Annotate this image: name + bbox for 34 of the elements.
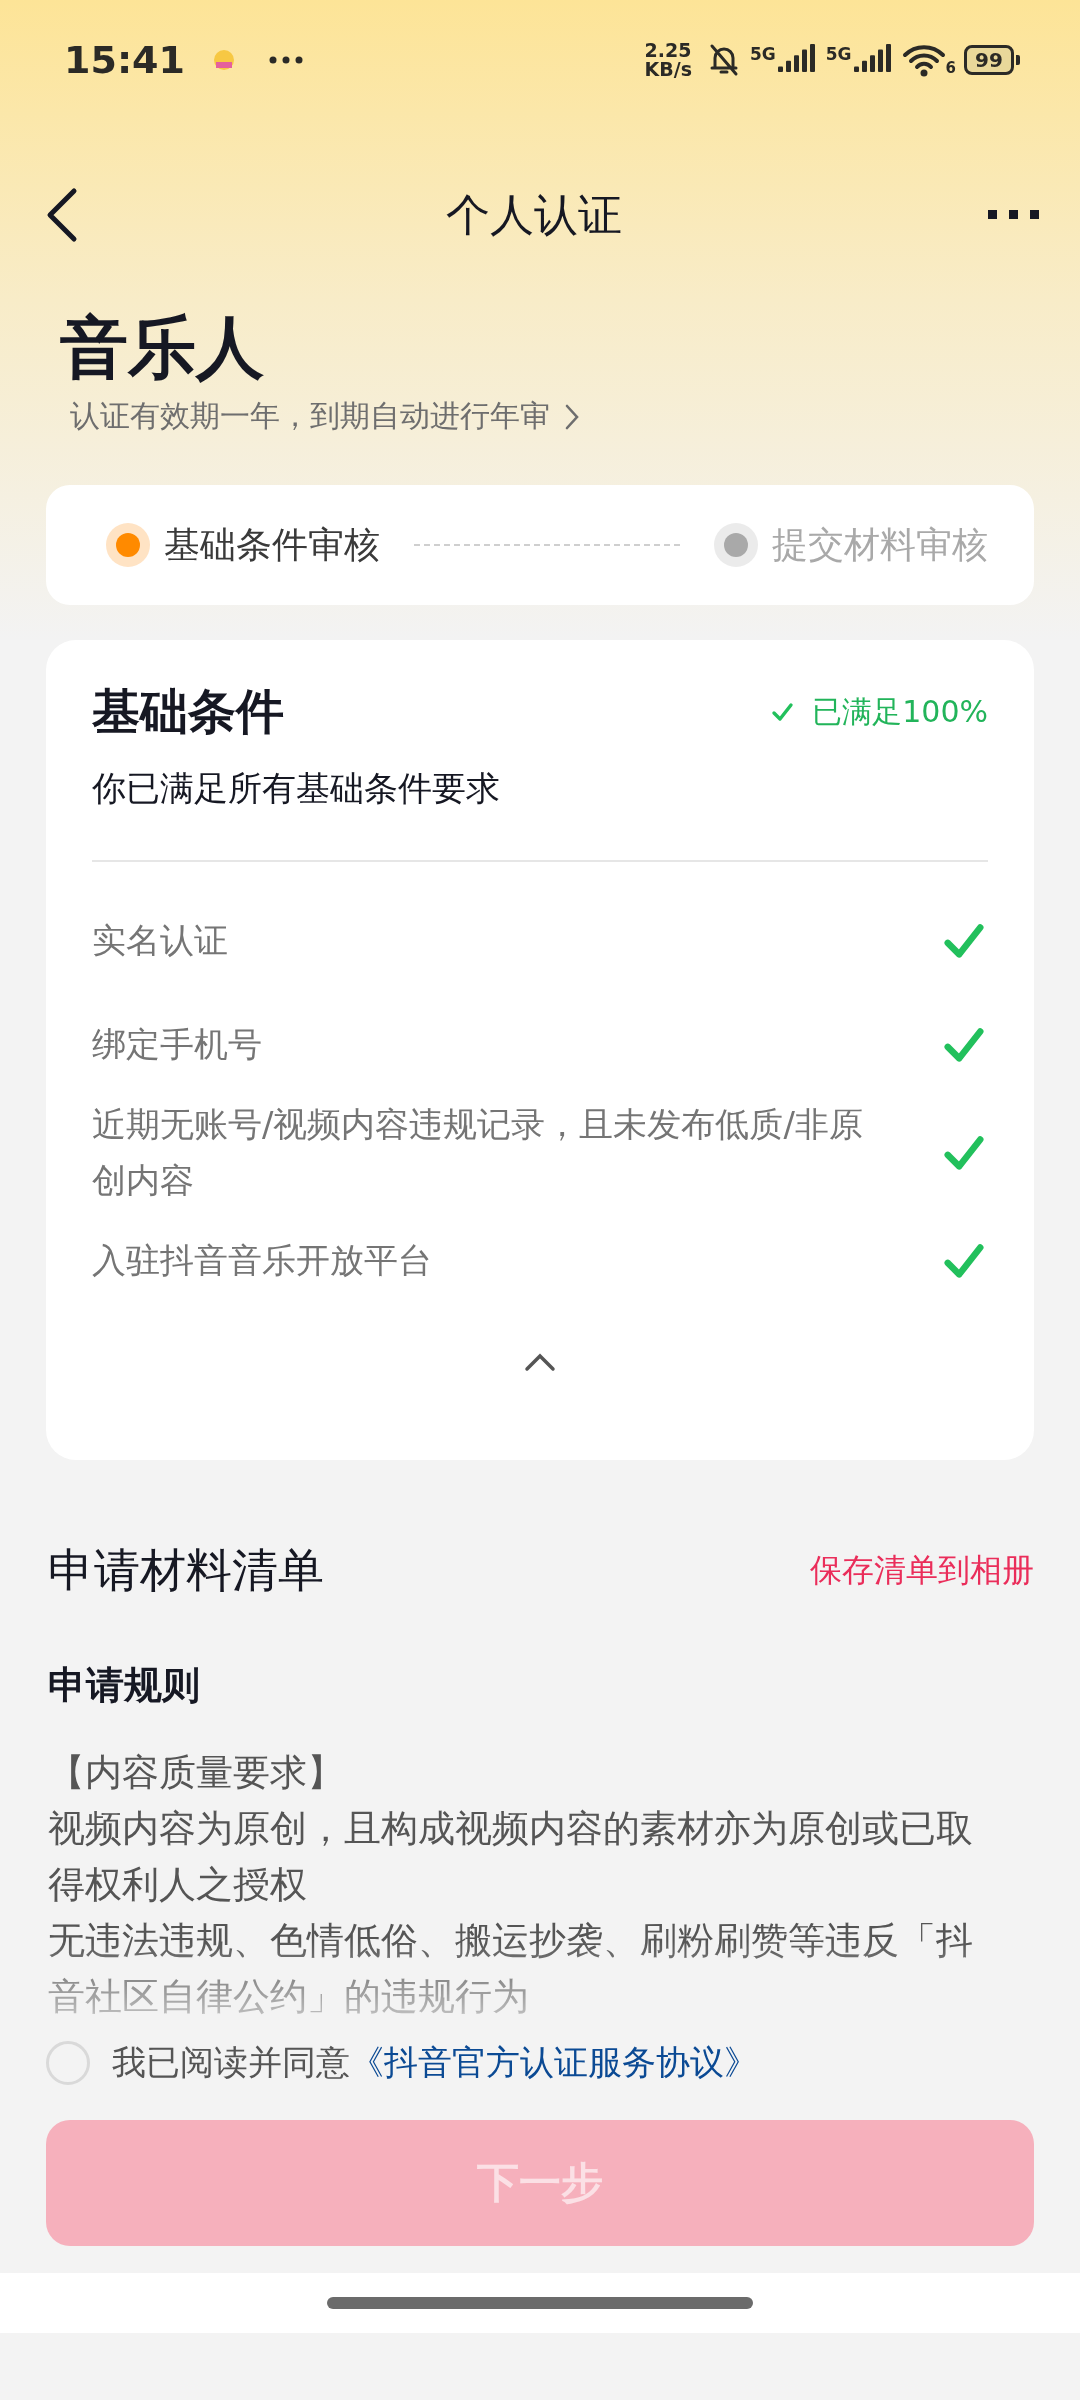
step-label: 提交材料审核 (772, 522, 988, 567)
materials-title: 申请材料清单 (48, 1542, 324, 1599)
save-list-link[interactable]: 保存清单到相册 (810, 1549, 1034, 1593)
collapse-button[interactable] (524, 1352, 556, 1372)
agreement-text: 我已阅读并同意 (112, 2041, 350, 2084)
rule-text: 视频内容为原创，且构成视频内容的素材亦为原创或已取得权利人之授权 (48, 1806, 974, 1908)
condition-label: 近期无账号/视频内容违规记录，且未发布低质/非原创内容 (92, 1103, 864, 1202)
role-title: 音乐人 (60, 307, 265, 389)
network-type-label: 5G (749, 44, 776, 64)
chevron-right-icon (564, 402, 580, 431)
network-speed: 2.25 (644, 41, 692, 60)
condition-label: 绑定手机号 (92, 1023, 262, 1066)
more-notifications-icon (268, 56, 303, 64)
condition-label: 实名认证 (92, 919, 228, 962)
network-type-label: 5G (825, 44, 852, 64)
validity-link[interactable]: 认证有效期一年，到期自动进行年审 (60, 396, 580, 437)
conditions-summary: 你已满足所有基础条件要求 (92, 767, 501, 810)
page-title: 个人认证 (446, 187, 622, 242)
condition-label: 入驻抖音音乐开放平台 (92, 1239, 432, 1282)
completion-status: 已满足100% (812, 692, 988, 731)
conditions-title: 基础条件 (92, 682, 284, 741)
wifi-standard-label: 6 (945, 59, 956, 77)
more-options-button[interactable] (988, 210, 1040, 220)
rule-text: 无违法违规、色情低俗、搬运抄袭、刷粉刷赞等违反「抖音社区自律公约」的违规行为 (48, 1918, 974, 2020)
battery-level: 99 (964, 45, 1014, 75)
step-label: 基础条件审核 (164, 522, 380, 567)
network-speed-unit: KB/s (644, 60, 692, 79)
clock-time: 15:41 (64, 38, 185, 82)
rule-text: 【内容质量要求】 (48, 1750, 345, 1796)
wifi-icon (901, 43, 946, 77)
agree-checkbox[interactable] (46, 2041, 90, 2085)
agreement-link[interactable]: 《抖音官方认证服务协议》 (350, 2040, 758, 2086)
app-badge-icon (212, 49, 235, 71)
rules-title: 申请规则 (48, 1662, 201, 1709)
